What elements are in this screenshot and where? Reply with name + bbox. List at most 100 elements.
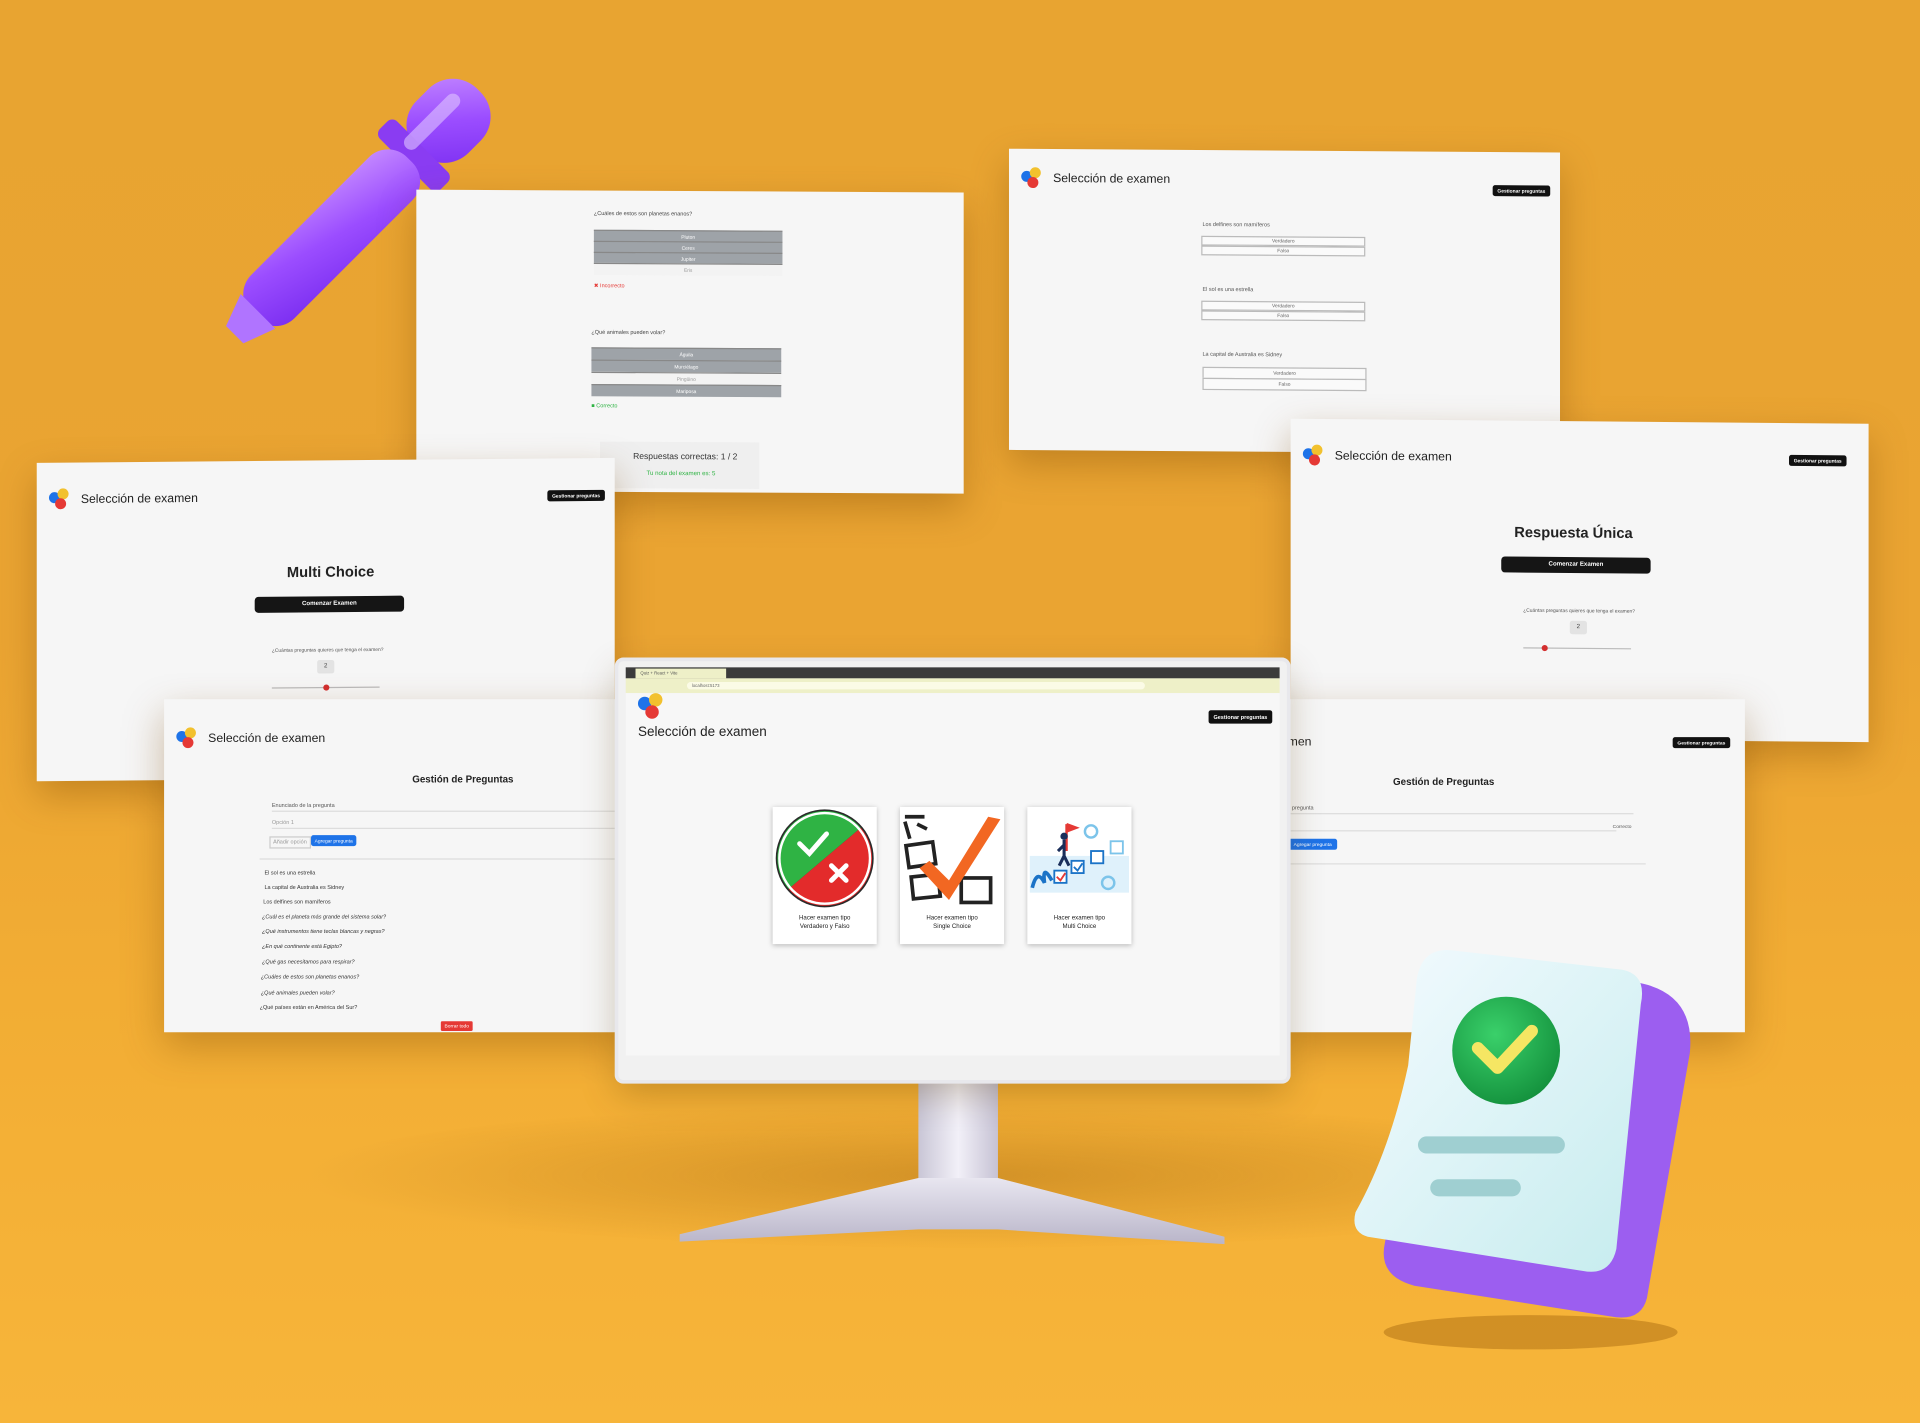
exam-card-true-false[interactable]: Hacer examen tipo Verdadero y Falso: [772, 806, 877, 945]
exam-card-multi-choice[interactable]: Hacer examen tipo Multi Choice: [1027, 806, 1132, 945]
start-exam-button[interactable]: Comenzar Examen: [254, 595, 405, 613]
question-count-value: 2: [1569, 620, 1587, 635]
question-text: El sol es una estrella: [1202, 285, 1254, 293]
list-item[interactable]: La capital de Australia es Sidney: [264, 884, 344, 890]
card-label-line: Single Choice: [933, 923, 971, 931]
multi-choice-illustration: [1027, 806, 1132, 913]
card-label-line: Multi Choice: [1062, 923, 1097, 931]
url-bar[interactable]: localhost:5173: [686, 682, 1145, 690]
add-question-button[interactable]: Agregar pregunta: [311, 835, 357, 847]
question-count-slider[interactable]: [271, 684, 380, 691]
app-title: Selección de examen: [1053, 171, 1171, 186]
header: Selección de examen: [1009, 149, 1560, 212]
add-question-button[interactable]: Agregar pregunta: [1288, 838, 1338, 850]
score-box: [600, 441, 760, 489]
false-option[interactable]: Falso: [1202, 377, 1367, 392]
correct-status: ■ Correcto: [591, 402, 617, 408]
exam-type-heading: Multi Choice: [286, 562, 375, 581]
list-item[interactable]: ¿Qué animales pueden volar?: [261, 989, 335, 995]
grade-label: Tu nota del examen es: 5: [646, 469, 716, 478]
list-item[interactable]: ¿En qué continente está Egipto?: [262, 943, 342, 949]
option-input[interactable]: [1278, 822, 1617, 832]
app-title: Selección de examen: [208, 731, 326, 746]
manage-questions-button[interactable]: Gestionar preguntas: [1492, 185, 1551, 197]
question-text: La capital de Australia es Sidney: [1202, 350, 1283, 358]
exam-type-heading: Respuesta Única: [1514, 523, 1633, 542]
card-label-line: Hacer examen tipo: [799, 914, 851, 923]
manage-questions-panel: Selección de examen Gestión de Preguntas…: [164, 699, 630, 1033]
score-label: Respuestas correctas: 1 / 2: [633, 452, 738, 462]
exam-card-single-choice[interactable]: Hacer examen tipo Single Choice: [900, 806, 1005, 945]
card-label-line: Verdadero y Falso: [799, 923, 850, 931]
list-item[interactable]: El sol es una estrella: [264, 869, 315, 875]
manage-heading: Gestión de Preguntas: [412, 773, 514, 785]
list-item[interactable]: ¿Qué países están en América del Sur?: [260, 1004, 358, 1010]
browser-toolbar: localhost:5173: [625, 678, 1280, 694]
approved-document-icon: [1354, 950, 1691, 1350]
single-choice-panel: Selección de examen Gestionar preguntas …: [1290, 418, 1869, 743]
incorrect-status: ✖ Incorrecto: [594, 282, 625, 290]
add-option-input[interactable]: Añadir opción: [269, 836, 312, 849]
status-label: Incorrecto: [600, 282, 625, 289]
browser-tab-bar: Quiz + React + Vite: [625, 667, 1280, 679]
divider: [1278, 863, 1646, 865]
manage-questions-button[interactable]: Gestionar preguntas: [1208, 710, 1273, 724]
list-item[interactable]: ¿Cuáles de estos son planetas enanos?: [261, 973, 359, 979]
question-count-prompt: ¿Cuántas preguntas quieres que tenga el …: [271, 646, 384, 654]
app-logo: [1302, 444, 1325, 467]
card-label-line: Hacer examen tipo: [926, 914, 978, 923]
question-count-prompt: ¿Cuántas preguntas quieres que tenga el …: [1523, 606, 1635, 614]
manage-questions-button[interactable]: Gestionar preguntas: [1788, 454, 1847, 467]
app-logo: [1021, 167, 1043, 189]
false-option[interactable]: Falso: [1201, 245, 1366, 257]
manage-heading: Gestión de Preguntas: [1393, 776, 1495, 788]
answer-option[interactable]: Pingüino: [591, 371, 782, 385]
list-item[interactable]: ¿Cuál es el planeta más grande del siste…: [262, 913, 386, 919]
divider: [259, 858, 627, 860]
app-title: Selección de examen: [637, 724, 767, 740]
correct-checkbox[interactable]: Correcto: [1613, 823, 1632, 829]
checkbox-list-icon: [900, 806, 1005, 913]
header: Selección de examen: [37, 465, 615, 529]
start-exam-button[interactable]: Comenzar Examen: [1501, 556, 1651, 574]
false-option[interactable]: Falso: [1201, 310, 1366, 322]
results-panel: ¿Cuáles de estos son planetas enanos? Pl…: [416, 189, 964, 494]
header: Selección de examen: [626, 693, 1280, 744]
statement-input[interactable]: Enunciado de la pregunta: [271, 802, 627, 812]
card-label: Hacer examen tipo Single Choice: [902, 915, 1001, 932]
question-text: ¿Cuáles de estos son planetas enanos?: [593, 210, 693, 217]
list-item[interactable]: Los delfines son mamíferos: [263, 899, 330, 905]
question-count-value: 2: [317, 659, 335, 674]
list-item[interactable]: ¿Qué gas necesitamos para respirar?: [262, 959, 355, 965]
answer-option[interactable]: Águila: [591, 347, 782, 361]
answer-option[interactable]: Murciélago: [591, 359, 782, 373]
app-logo: [48, 488, 71, 510]
delete-all-button[interactable]: Borrar todo: [440, 1021, 473, 1032]
monitor-stand-base: [679, 1177, 1225, 1245]
header: Selección de examen: [164, 709, 629, 768]
list-item[interactable]: ¿Qué instrumentos tiene teclas blancas y…: [262, 928, 385, 934]
question-count-slider[interactable]: [1523, 644, 1632, 652]
app-title: Selección de examen: [80, 491, 198, 507]
status-label: Correcto: [596, 402, 618, 409]
question-text: Los delfines son mamíferos: [1202, 221, 1270, 228]
app-logo: [176, 727, 198, 749]
slider-thumb[interactable]: [322, 684, 329, 691]
check-cross-icon: [773, 807, 877, 912]
header: Selección de examen: [1291, 426, 1869, 490]
question-text: ¿Qué animales pueden volar?: [591, 328, 666, 336]
monitor: Quiz + React + Vite localhost:5173 Selec…: [618, 661, 1287, 1081]
browser-tab[interactable]: Quiz + React + Vite: [635, 668, 727, 679]
answer-option[interactable]: Eris: [593, 262, 783, 276]
answer-option[interactable]: Mariposa: [591, 383, 782, 398]
true-false-panel: Selección de examen Gestionar preguntas …: [1008, 148, 1561, 454]
statement-input[interactable]: de la pregunta: [1278, 804, 1634, 815]
card-label: Hacer examen tipo Verdadero y Falso: [775, 915, 874, 932]
card-label: Hacer examen tipo Multi Choice: [1030, 915, 1129, 932]
app-logo: [637, 693, 665, 720]
scene: ¿Cuáles de estos son planetas enanos? Pl…: [0, 0, 1920, 1423]
manage-questions-button[interactable]: Gestionar preguntas: [547, 489, 605, 502]
option-input[interactable]: Opción 1: [271, 819, 627, 829]
manage-questions-button[interactable]: Gestionar preguntas: [1672, 737, 1731, 749]
slider-thumb[interactable]: [1541, 644, 1548, 652]
